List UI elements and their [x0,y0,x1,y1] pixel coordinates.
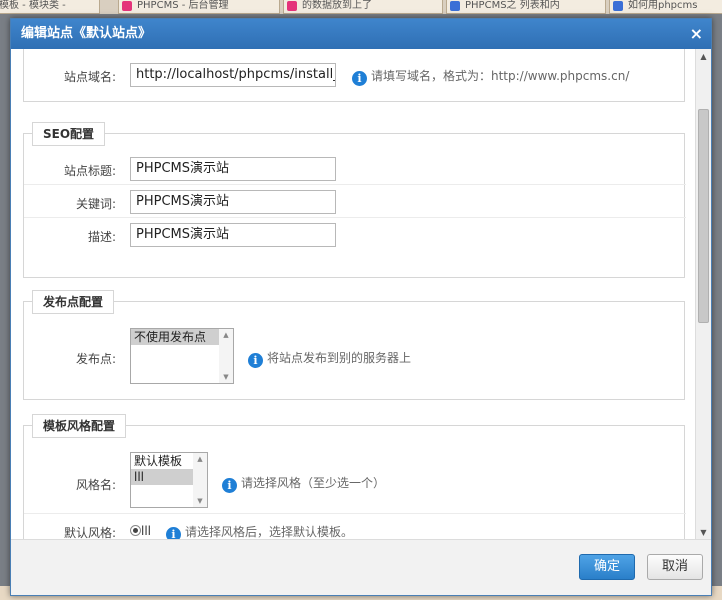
dialog-scrollbar[interactable]: ▲ ▼ [695,49,711,541]
default-style-radio-group[interactable]: lll [130,524,151,538]
default-style-value: lll [141,524,152,538]
default-style-row: 默认风格: lll i 请选择风格后，选择默认模板。 [24,514,686,541]
browser-tab[interactable]: 模板 - 模块类 - [0,0,100,14]
default-style-hint-text: 请选择风格后，选择默认模板。 [185,525,354,539]
template-style-row: 风格名: 默认模板 lll ▲ ▼ i 请选择风格（至少选一个） [24,440,686,514]
domain-row: 站点域名: http://localhost/phpcms/install_ i… [24,49,686,102]
style-option[interactable]: lll [131,469,193,485]
dialog-title-bar: 编辑站点《默认站点》 × [11,19,711,49]
domain-hint-text: 请填写域名，格式为：http://www.phpcms.cn/ [371,69,630,83]
publish-point-option[interactable]: 不使用发布点 [131,329,219,345]
style-hint: i 请选择风格（至少选一个） [222,474,385,493]
site-title-input[interactable]: PHPCMS演示站 [130,157,336,181]
basic-config-group: 站点域名: http://localhost/phpcms/install_ i… [23,49,685,102]
dialog-footer: 确定 取消 [11,539,711,595]
seo-legend: SEO配置 [32,122,106,146]
scrollbar-thumb[interactable] [698,109,709,323]
scroll-up-icon[interactable]: ▲ [219,331,233,339]
description-input[interactable]: PHPCMS演示站 [130,223,336,247]
domain-input[interactable]: http://localhost/phpcms/install_ [130,63,336,87]
seo-title-row: 站点标题: PHPCMS演示站 [24,152,686,185]
info-icon: i [222,478,237,493]
scroll-up-icon[interactable]: ▲ [696,49,711,65]
publish-config-group: 发布点配置 发布点: 不使用发布点 ▲ ▼ i 将站点发布到别的服务器上 [23,290,686,400]
cancel-button[interactable]: 取消 [647,554,703,580]
tab-favicon-icon [450,1,460,11]
scroll-down-icon[interactable]: ▼ [219,373,233,381]
confirm-button[interactable]: 确定 [579,554,635,580]
keywords-input[interactable]: PHPCMS演示站 [130,190,336,214]
seo-desc-row: 描述: PHPCMS演示站 [24,218,686,251]
browser-tab-strip: 模板 - 模块类 - PHPCMS - 后台管理 的数据放到上了 PHPCMS之… [0,0,722,14]
publish-hint: i 将站点发布到别的服务器上 [248,349,411,368]
publish-legend: 发布点配置 [32,290,115,314]
keywords-label: 关键词: [75,197,116,211]
browser-tab-label: 的数据放到上了 [302,0,372,11]
tab-favicon-icon [287,1,297,11]
seo-keywords-row: 关键词: PHPCMS演示站 [24,185,686,218]
publish-point-select[interactable]: 不使用发布点 ▲ ▼ [130,328,234,384]
dialog-title: 编辑站点《默认站点》 [21,26,152,41]
browser-tab-label: PHPCMS之 列表和内 [465,0,560,11]
info-icon: i [352,71,367,86]
description-label: 描述: [87,230,116,244]
edit-site-dialog: 编辑站点《默认站点》 × 站点域名: http://localhost/phpc… [10,18,712,596]
browser-tab-label: 模板 - 模块类 - [0,0,66,11]
info-icon: i [248,353,263,368]
browser-tab-label: PHPCMS - 后台管理 [137,0,229,11]
tab-favicon-icon [122,1,132,11]
template-config-group: 模板风格配置 风格名: 默认模板 lll ▲ ▼ i 请选择风格（至少选一个） 默… [23,414,686,541]
publish-row: 发布点: 不使用发布点 ▲ ▼ i 将站点发布到别的服务器上 [24,318,686,390]
radio-icon[interactable] [130,525,141,536]
browser-tab-label: 如何用phpcms [628,0,698,11]
tab-favicon-icon [613,1,623,11]
close-icon[interactable]: × [690,19,703,49]
domain-hint: i 请填写域名，格式为：http://www.phpcms.cn/ [352,67,629,86]
browser-tab[interactable]: PHPCMS之 列表和内 [446,0,606,14]
publish-point-label: 发布点: [75,352,116,366]
publish-hint-text: 将站点发布到别的服务器上 [267,351,412,365]
site-title-label: 站点标题: [63,164,116,178]
browser-tab[interactable]: 的数据放到上了 [283,0,443,14]
domain-label: 站点域名: [63,70,116,84]
style-select[interactable]: 默认模板 lll ▲ ▼ [130,452,208,508]
browser-tab[interactable]: PHPCMS - 后台管理 [118,0,280,14]
listbox-scrollbar[interactable]: ▲ ▼ [193,453,207,507]
listbox-scrollbar[interactable]: ▲ ▼ [219,329,233,383]
style-hint-text: 请选择风格（至少选一个） [241,476,386,490]
dialog-body: 站点域名: http://localhost/phpcms/install_ i… [11,49,711,541]
style-name-label: 风格名: [75,478,116,492]
seo-config-group: SEO配置 站点标题: PHPCMS演示站 关键词: PHPCMS演示站 描述:… [23,122,686,278]
scroll-up-icon[interactable]: ▲ [193,455,207,463]
browser-tab[interactable]: 如何用phpcms [609,0,722,14]
scroll-down-icon[interactable]: ▼ [193,497,207,505]
style-option[interactable]: 默认模板 [131,453,193,469]
template-legend: 模板风格配置 [32,414,127,438]
